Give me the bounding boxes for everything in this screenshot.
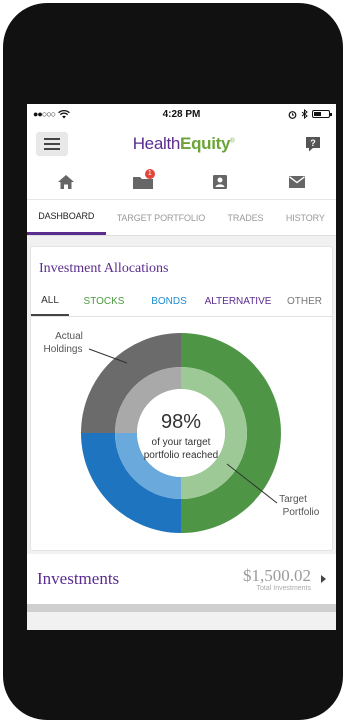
bluetooth-icon [301,109,308,119]
total-investments-value: $1,500.02 [243,565,311,585]
status-bar: ●●○○○ 4:28 PM [27,104,336,124]
label-actual-line2: Holdings [44,344,83,355]
tab-history[interactable]: HISTORY [275,200,336,235]
svg-text:?: ? [310,138,316,148]
nav-profile[interactable] [200,167,240,197]
app-header: HealthEquity® ? [27,124,336,164]
allocations-title: Investment Allocations [39,261,169,276]
nav-documents[interactable]: 1 [123,167,163,197]
tab-trades[interactable]: TRADES [216,200,274,235]
center-caption-line1: of your target [152,437,211,448]
filter-bonds[interactable]: BONDS [139,287,199,316]
hamburger-menu-button[interactable] [36,132,68,156]
main-tabs: DASHBOARD TARGET PORTFOLIO TRADES HISTOR… [27,200,336,236]
center-caption-line2: portfolio reached [144,450,219,461]
investment-allocations-card: Investment Allocations ALL STOCKS BONDS … [30,246,333,551]
help-button[interactable]: ? [299,132,327,156]
investments-row[interactable]: Investments $1,500.02 Total Investments [27,554,336,604]
target-percent: 98% [161,411,201,433]
donut-center [137,389,225,477]
filter-all[interactable]: ALL [31,287,69,316]
label-target-line1: Target [279,494,307,505]
icon-nav-bar: 1 [27,164,336,200]
allocation-donut-chart: 98% of your target portfolio reached Act… [44,331,320,533]
chevron-right-icon [321,575,326,583]
tab-dashboard[interactable]: DASHBOARD [27,200,106,235]
healthequity-logo: HealthEquity® [132,134,235,153]
nav-messages[interactable] [277,167,317,197]
total-investments-caption: Total Investments [256,584,311,592]
investments-title: Investments [37,569,120,588]
notification-badge: 1 [144,168,155,179]
home-icon [57,174,74,189]
alarm-icon [288,110,297,119]
wifi-icon [58,109,71,118]
filter-stocks[interactable]: STOCKS [69,287,139,316]
tab-target-portfolio[interactable]: TARGET PORTFOLIO [106,200,217,235]
mail-icon [289,175,306,188]
hamburger-icon [44,138,60,140]
app-screen: ●●○○○ 4:28 PM HealthEquity® ? 1 DASHBOAR… [27,104,336,630]
label-actual-line1: Actual [55,331,83,342]
signal-indicator: ●●○○○ [33,109,56,119]
status-time: 4:28 PM [162,108,201,120]
phone-frame: ●●○○○ 4:28 PM HealthEquity® ? 1 DASHBOAR… [3,3,343,720]
allocation-filters: ALL STOCKS BONDS ALTERNATIVE OTHER [31,287,332,317]
bottom-divider [27,604,336,612]
profile-icon [213,174,228,189]
label-target-line2: Portfolio [283,507,320,518]
help-icon: ? [306,137,320,152]
battery-icon [311,110,332,118]
nav-home[interactable] [46,167,86,197]
filter-other[interactable]: OTHER [277,287,332,316]
filter-alternative[interactable]: ALTERNATIVE [199,287,277,316]
